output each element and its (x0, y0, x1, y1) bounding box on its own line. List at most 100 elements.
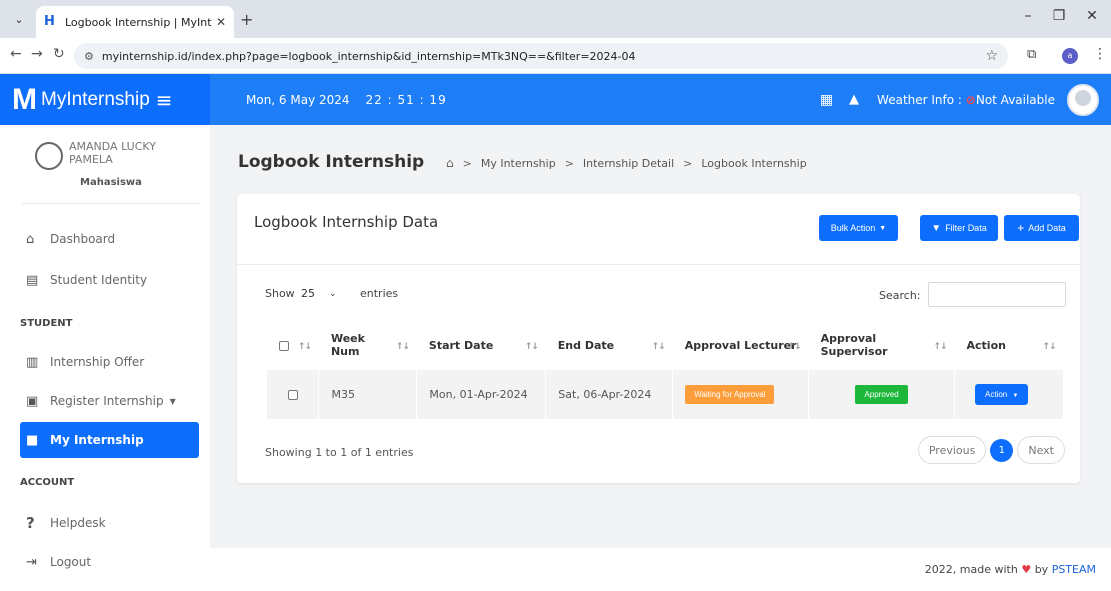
site-info-icon[interactable]: ⚙ (84, 50, 94, 63)
myinternship-logo-icon: M (12, 82, 37, 116)
breadcrumb-home-icon[interactable]: ⌂ (446, 156, 454, 170)
sidebar-item-label: Student Identity (50, 273, 148, 287)
tab-search-chevron-icon[interactable]: ⌄ (8, 9, 30, 29)
column-header-end-date[interactable]: End Date ↑↓ (546, 320, 673, 370)
column-header-label: Action (966, 338, 1006, 352)
row-action-button[interactable]: Action ▼ (975, 384, 1029, 405)
breadcrumb-separator-icon: > (462, 156, 472, 170)
page-size-select[interactable]: 25 ⌄ (297, 283, 355, 304)
building-icon: ▥ (26, 354, 39, 370)
user-avatar-top[interactable] (1067, 83, 1099, 116)
reload-icon[interactable]: ↻ (53, 46, 65, 62)
current-page-button[interactable]: 1 (990, 438, 1014, 462)
footer-link[interactable]: PSTEAM (1052, 563, 1096, 576)
logbook-table: ↑↓ Week Num ↑↓ Start Date ↑↓ End Date ↑↓… (267, 320, 1064, 419)
restore-icon[interactable]: ❐ (1049, 8, 1069, 24)
sort-icon[interactable]: ↑↓ (788, 342, 802, 352)
sidebar-item-student-identity[interactable]: ▤ Student Identity (20, 262, 199, 298)
heart-icon: ♥ (1021, 563, 1032, 576)
site-favicon-icon: H (44, 14, 55, 29)
weather-info: Weather Info : ⊘Not Available (877, 93, 1055, 107)
chevron-down-icon: ⌄ (329, 288, 337, 299)
bookmark-star-icon[interactable]: ☆ (985, 48, 998, 64)
form-icon: ▣ (26, 393, 39, 409)
breadcrumb-item-current: Logbook Internship (701, 156, 807, 170)
profile-avatar-icon[interactable]: a (1062, 48, 1078, 64)
breadcrumb-item[interactable]: My Internship (481, 157, 556, 170)
back-arrow-icon[interactable]: ← (10, 46, 22, 62)
window-close-icon[interactable]: ✕ (1082, 8, 1102, 24)
sidebar-item-internship-offer[interactable]: ▥ Internship Offer (20, 344, 199, 380)
table-row: M35 Mon, 01-Apr-2024 Sat, 06-Apr-2024 Wa… (267, 370, 1064, 419)
brand-bar: M MyInternship ≡ (0, 74, 210, 125)
search-label: Search: (879, 289, 921, 302)
sort-icon[interactable]: ↑↓ (1042, 342, 1056, 352)
browser-tab[interactable]: H Logbook Internship | MyInterns ✕ (36, 6, 234, 38)
address-bar[interactable]: ⚙ myinternship.id/index.php?page=logbook… (74, 43, 1008, 69)
status-badge-approved: Approved (855, 385, 908, 404)
sidebar-item-dashboard[interactable]: ⌂ Dashboard (20, 221, 199, 257)
forward-arrow-icon[interactable]: → (31, 46, 43, 62)
sort-icon[interactable]: ↑↓ (933, 342, 947, 352)
column-header-approval-supervisor[interactable]: Approval Supervisor ↑↓ (809, 320, 955, 370)
hamburger-menu-icon[interactable]: ≡ (156, 88, 173, 112)
column-header-week-num[interactable]: Week Num ↑↓ (319, 320, 417, 370)
tab-close-icon[interactable]: ✕ (216, 15, 226, 29)
sort-icon[interactable]: ↑↓ (525, 342, 539, 352)
add-data-button[interactable]: + Add Data (1004, 215, 1079, 241)
sidebar-item-logout[interactable]: ⇥ Logout (20, 544, 199, 580)
sidebar-item-register-internship[interactable]: ▣ Register Internship ▼ (20, 383, 199, 419)
sort-icon[interactable]: ↑↓ (396, 342, 410, 352)
page-size-value: 25 (301, 287, 315, 300)
browser-menu-icon[interactable]: ⋮ (1093, 46, 1107, 62)
breadcrumb-item[interactable]: Internship Detail (583, 157, 674, 170)
select-all-checkbox[interactable] (279, 340, 289, 351)
brand-name[interactable]: MyInternship (41, 89, 150, 111)
logout-icon: ⇥ (26, 554, 37, 570)
sidebar-item-label: Logout (50, 555, 92, 569)
sidebar-item-my-internship[interactable]: ■ My Internship (20, 422, 199, 458)
current-date: Mon, 6 May 2024 (246, 92, 350, 107)
end-date-cell: Sat, 06-Apr-2024 (545, 370, 674, 419)
previous-page-button[interactable]: Previous (917, 436, 987, 464)
minimize-icon[interactable]: – (1018, 8, 1038, 24)
filter-data-button[interactable]: ▼ Filter Data (920, 215, 998, 241)
footer-credit: 2022, made with ♥ by PSTEAM (925, 563, 1096, 576)
row-select-cell (267, 370, 320, 419)
row-checkbox[interactable] (287, 390, 298, 400)
bulk-action-button[interactable]: Bulk Action ▼ (819, 215, 898, 241)
table-header-row: ↑↓ Week Num ↑↓ Start Date ↑↓ End Date ↑↓… (267, 320, 1064, 370)
search-input[interactable] (928, 282, 1066, 307)
footer-text: 2022, made with (924, 563, 1018, 576)
footer: 2022, made with ♥ by PSTEAM (210, 548, 1111, 591)
new-tab-button[interactable]: + (240, 10, 253, 29)
calendar-icon[interactable]: ▦ (820, 92, 833, 108)
column-header-approval-lecturer[interactable]: Approval Lecturer ↑↓ (673, 320, 809, 370)
column-header-start-date[interactable]: Start Date ↑↓ (417, 320, 546, 370)
card-title: Logbook Internship Data (254, 213, 439, 231)
column-header-action[interactable]: Action ↑↓ (955, 320, 1064, 370)
next-page-button[interactable]: Next (1017, 436, 1065, 464)
status-badge-waiting: Waiting for Approval (685, 385, 775, 404)
select-all-header[interactable]: ↑↓ (267, 320, 319, 370)
sidebar-section-account: ACCOUNT (20, 477, 75, 488)
add-data-label: Add Data (1028, 223, 1066, 233)
url-text: myinternship.id/index.php?page=logbook_i… (101, 49, 636, 63)
question-icon: ? (26, 514, 35, 532)
sort-icon[interactable]: ↑↓ (298, 342, 312, 352)
bell-icon[interactable]: ▲ (849, 92, 859, 107)
filter-icon: ▼ (931, 222, 942, 234)
sidebar-item-label: Helpdesk (50, 516, 106, 530)
logbook-card: Logbook Internship Data Bulk Action ▼ ▼ … (237, 194, 1080, 483)
column-header-label: Approval Supervisor (820, 332, 888, 358)
sidebar-section-student: STUDENT (20, 318, 73, 329)
id-card-icon: ▤ (26, 272, 39, 288)
table-info: Showing 1 to 1 of 1 entries (265, 446, 414, 459)
caret-down-icon: ▼ (1012, 393, 1019, 399)
current-time: 22 : 51 : 19 (365, 92, 447, 107)
extensions-icon[interactable]: ⧉ (1027, 47, 1036, 62)
sort-icon[interactable]: ↑↓ (652, 342, 666, 352)
sidebar-item-helpdesk[interactable]: ? Helpdesk (20, 505, 199, 541)
sidebar-item-label: Dashboard (50, 232, 116, 246)
approval-supervisor-cell: Approved (808, 370, 956, 419)
